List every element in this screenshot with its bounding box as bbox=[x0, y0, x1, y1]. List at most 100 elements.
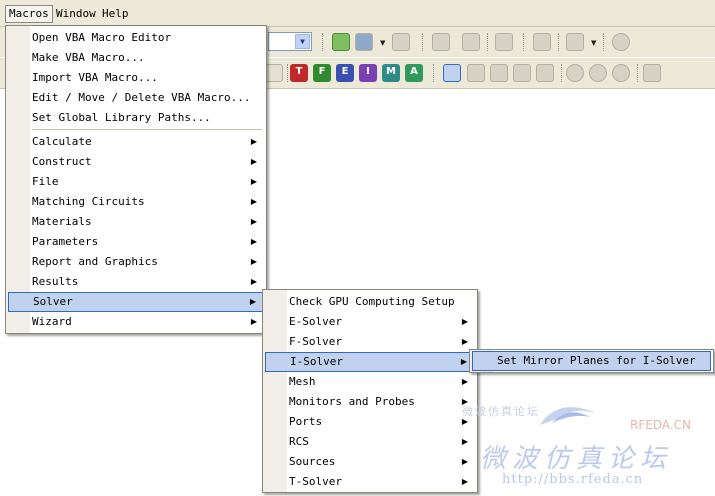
menu-item-label: E-Solver bbox=[289, 315, 342, 328]
menu-item-label: Calculate bbox=[32, 135, 92, 148]
m-solver-icon[interactable]: M bbox=[382, 64, 400, 82]
menu-item-sources[interactable]: Sources ▶ bbox=[265, 452, 475, 472]
menu-help[interactable]: Help bbox=[99, 6, 132, 22]
chevron-right-icon: ▶ bbox=[461, 377, 468, 386]
dropdown-arrow-icon[interactable]: ▼ bbox=[591, 39, 596, 47]
export-icon[interactable] bbox=[495, 33, 513, 51]
chevron-right-icon: ▶ bbox=[249, 297, 256, 306]
target-icon[interactable] bbox=[566, 64, 584, 82]
watermark-url: http://bbs.rfeda.cn bbox=[502, 472, 644, 487]
chevron-right-icon: ▶ bbox=[250, 177, 257, 186]
menu-item-label: Sources bbox=[289, 455, 336, 468]
menu-item-i-solver[interactable]: I-Solver ▶ bbox=[265, 352, 475, 372]
menu-macros[interactable]: Macros bbox=[5, 5, 53, 23]
chevron-right-icon: ▶ bbox=[461, 437, 468, 446]
menu-item-t-solver[interactable]: T-Solver ▶ bbox=[265, 472, 475, 492]
i-solver-icon[interactable]: I bbox=[359, 64, 377, 82]
menu-bar: Macros Window Help bbox=[0, 0, 715, 27]
menu-item-set-mirror-planes-for-i-solver[interactable]: Set Mirror Planes for I-Solver bbox=[472, 351, 711, 371]
menu-item-mesh[interactable]: Mesh ▶ bbox=[265, 372, 475, 392]
chevron-right-icon: ▶ bbox=[250, 317, 257, 326]
menu-item-e-solver[interactable]: E-Solver ▶ bbox=[265, 312, 475, 332]
menu-item-label: Parameters bbox=[32, 235, 99, 248]
menu-item-label: T-Solver bbox=[289, 475, 342, 488]
menu-item-open-vba-macro-editor[interactable]: Open VBA Macro Editor bbox=[8, 28, 264, 48]
cut-icon[interactable] bbox=[533, 33, 551, 51]
menu-item-monitors-and-probes[interactable]: Monitors and Probes ▶ bbox=[265, 392, 475, 412]
menu-item-label: Check GPU Computing Setup bbox=[289, 295, 455, 308]
menu-item-edit-move-delete-vba-macro[interactable]: Edit / Move / Delete VBA Macro... bbox=[8, 88, 264, 108]
menu-item-calculate[interactable]: Calculate ▶ bbox=[8, 132, 264, 152]
e-solver-icon[interactable]: E bbox=[336, 64, 354, 82]
menu-item-label: Report and Graphics bbox=[32, 255, 158, 268]
toolbar-separator bbox=[523, 33, 526, 51]
menu-item-wizard[interactable]: Wizard ▶ bbox=[8, 312, 264, 332]
target-icon[interactable] bbox=[612, 64, 630, 82]
target-icon[interactable] bbox=[589, 64, 607, 82]
macros-menu: Open VBA Macro Editor Make VBA Macro... Im… bbox=[5, 25, 267, 334]
menu-item-matching-circuits[interactable]: Matching Circuits ▶ bbox=[8, 192, 264, 212]
chevron-right-icon: ▶ bbox=[250, 137, 257, 146]
no-entry-icon[interactable] bbox=[612, 33, 630, 51]
menu-item-label: F-Solver bbox=[289, 335, 342, 348]
menu-item-set-global-library-paths[interactable]: Set Global Library Paths... bbox=[8, 108, 264, 128]
menu-item-ports[interactable]: Ports ▶ bbox=[265, 412, 475, 432]
menu-item-rcs[interactable]: RCS ▶ bbox=[265, 432, 475, 452]
f-solver-icon[interactable]: F bbox=[313, 64, 331, 82]
view-icon[interactable] bbox=[513, 64, 531, 82]
watermark-top-text: 微波仿真论坛 bbox=[462, 405, 540, 418]
pencil-icon[interactable] bbox=[566, 33, 584, 51]
menu-item-file[interactable]: File ▶ bbox=[8, 172, 264, 192]
chart-icon[interactable] bbox=[432, 33, 450, 51]
watermark-brand: RFEDA.CN bbox=[630, 418, 692, 432]
view-icon[interactable] bbox=[467, 64, 485, 82]
toolbar-separator bbox=[422, 33, 425, 51]
gear-icon[interactable] bbox=[355, 33, 373, 51]
tool-icon[interactable] bbox=[265, 64, 283, 82]
a-solver-icon[interactable]: A bbox=[405, 64, 423, 82]
menu-item-solver[interactable]: Solver ▶ bbox=[8, 292, 264, 312]
menu-item-label: Monitors and Probes bbox=[289, 395, 415, 408]
toolbar-separator bbox=[558, 33, 561, 51]
menu-item-materials[interactable]: Materials ▶ bbox=[8, 212, 264, 232]
view-icon[interactable] bbox=[443, 64, 461, 82]
chevron-right-icon: ▶ bbox=[460, 357, 467, 366]
menu-item-check-gpu-computing-setup[interactable]: Check GPU Computing Setup bbox=[265, 292, 475, 312]
menu-item-label: Open VBA Macro Editor bbox=[32, 31, 172, 44]
menu-item-import-vba-macro[interactable]: Import VBA Macro... bbox=[8, 68, 264, 88]
dropdown-arrow-icon[interactable]: ▼ bbox=[380, 39, 385, 47]
view-icon[interactable] bbox=[536, 64, 554, 82]
menu-item-report-and-graphics[interactable]: Report and Graphics ▶ bbox=[8, 252, 264, 272]
menu-item-label: Materials bbox=[32, 215, 92, 228]
menu-item-label: Import VBA Macro... bbox=[32, 71, 158, 84]
chevron-right-icon: ▶ bbox=[250, 157, 257, 166]
toolbar-separator bbox=[561, 64, 564, 82]
view-icon[interactable] bbox=[490, 64, 508, 82]
i-solver-submenu: Set Mirror Planes for I-Solver bbox=[469, 349, 714, 373]
menu-item-make-vba-macro[interactable]: Make VBA Macro... bbox=[8, 48, 264, 68]
green-cube-icon[interactable] bbox=[332, 33, 350, 51]
menu-item-label: Wizard bbox=[32, 315, 72, 328]
menu-window[interactable]: Window bbox=[53, 6, 99, 22]
menu-item-parameters[interactable]: Parameters ▶ bbox=[8, 232, 264, 252]
menu-item-label: RCS bbox=[289, 435, 309, 448]
menu-item-label: Results bbox=[32, 275, 79, 288]
chevron-right-icon: ▶ bbox=[250, 237, 257, 246]
menu-item-label: Make VBA Macro... bbox=[32, 51, 145, 64]
t-solver-icon[interactable]: T bbox=[290, 64, 308, 82]
menu-item-results[interactable]: Results ▶ bbox=[8, 272, 264, 292]
menu-item-construct[interactable]: Construct ▶ bbox=[8, 152, 264, 172]
menu-item-f-solver[interactable]: F-Solver ▶ bbox=[265, 332, 475, 352]
chevron-right-icon: ▶ bbox=[250, 197, 257, 206]
watermark-cn-text: 微波仿真论坛 bbox=[480, 444, 673, 474]
chevron-right-icon: ▶ bbox=[250, 217, 257, 226]
menu-item-label: Matching Circuits bbox=[32, 195, 145, 208]
menu-item-label: Solver bbox=[33, 295, 73, 308]
chevron-down-icon[interactable]: ▼ bbox=[295, 34, 310, 49]
bird-logo-icon bbox=[538, 395, 598, 431]
menu-item-label: File bbox=[32, 175, 59, 188]
toolbar-combo[interactable]: ▼ bbox=[268, 32, 312, 51]
settings-icon[interactable] bbox=[643, 64, 661, 82]
probe-icon[interactable] bbox=[462, 33, 480, 51]
copy-icon[interactable] bbox=[392, 33, 410, 51]
